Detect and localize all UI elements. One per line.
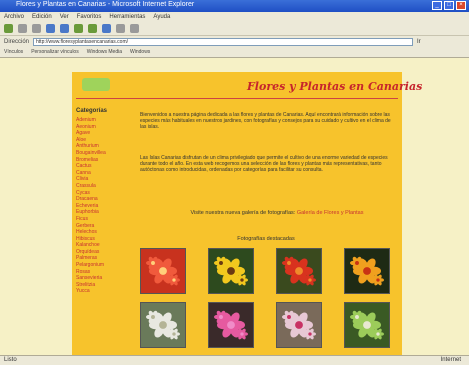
sidebar-link[interactable]: Hibiscus [76, 236, 126, 243]
status-text: Listo [4, 357, 17, 363]
sidebar-link[interactable]: Adenium [76, 117, 126, 124]
address-label: Dirección [4, 38, 30, 45]
address-bar: Dirección http://www.floresyplantasencan… [0, 36, 469, 47]
menu-item-ayuda[interactable]: Ayuda [153, 12, 170, 22]
gallery-link[interactable]: Galería de Flores y Plantas [297, 210, 364, 216]
sidebar-link[interactable]: Bromelias [76, 157, 126, 164]
mail-icon[interactable] [116, 24, 125, 33]
menu-item-edicion[interactable]: Edición [32, 12, 52, 22]
window-title: Flores y Plantas en Canarias - Microsoft… [16, 1, 195, 8]
info-paragraph: Las Islas Canarias disfrutan de un clima… [140, 155, 388, 173]
sidebar-link[interactable]: Bougainvillea [76, 150, 126, 157]
sidebar-link[interactable]: Crassula [76, 183, 126, 190]
menu-item-favoritos[interactable]: Favoritos [77, 12, 102, 22]
photo-orange-lily[interactable] [344, 248, 390, 294]
sidebar-link[interactable]: Anthurium [76, 143, 126, 150]
zone-label: Internet [440, 357, 461, 363]
promo-text: Visite nuestra nueva galería de fotograf… [190, 210, 297, 216]
photo-pink-orchid[interactable] [276, 302, 322, 348]
sidebar-link[interactable]: Helechos [76, 229, 126, 236]
photo-red-begonia[interactable] [140, 248, 186, 294]
site-title: Flores y Plantas en Canarias [247, 80, 423, 93]
menu-bar: Archivo Edición Ver Favoritos Herramient… [0, 12, 469, 22]
link-windows[interactable]: Windows [130, 49, 150, 55]
gallery-promo: Visite nuestra nueva galería de fotograf… [162, 210, 392, 216]
photo-pink-rose[interactable] [208, 302, 254, 348]
photo-sunflower[interactable] [208, 248, 254, 294]
window-controls: _ □ × [432, 1, 466, 10]
links-label: Vínculos [4, 49, 24, 55]
history-icon[interactable] [102, 24, 111, 33]
stop-icon[interactable] [32, 24, 41, 33]
sidebar-link[interactable]: Dracaena [76, 196, 126, 203]
sidebar-link[interactable]: Cycas [76, 190, 126, 197]
refresh-icon[interactable] [46, 24, 55, 33]
sidebar-link[interactable]: Aloe [76, 137, 126, 144]
link-windows-media[interactable]: Windows Media [87, 49, 122, 55]
header-divider [76, 98, 398, 99]
minimize-button[interactable]: _ [432, 1, 442, 10]
sidebar-link[interactable]: Palmeras [76, 255, 126, 262]
window-titlebar: Flores y Plantas en Canarias - Microsoft… [0, 0, 469, 12]
intro-paragraph: Bienvenidos a nuestra página dedicada a … [140, 112, 391, 130]
sidebar-link[interactable]: Euphorbia [76, 209, 126, 216]
close-button[interactable]: × [456, 1, 466, 10]
sidebar-link[interactable]: Aeonium [76, 124, 126, 131]
sidebar-link[interactable]: Strelitzia [76, 282, 126, 289]
sidebar-link[interactable]: Gerbera [76, 223, 126, 230]
home-icon[interactable] [60, 24, 69, 33]
category-sidebar: Categorías Adenium Aeonium Agave Aloe Anthur… [76, 108, 126, 295]
status-bar: Listo Internet [0, 355, 469, 365]
menu-item-ver[interactable]: Ver [60, 12, 69, 22]
sidebar-list: Adenium Aeonium Agave Aloe Anthurium Bougainv… [76, 117, 126, 295]
site-logo[interactable] [82, 78, 110, 91]
web-page: Flores y Plantas en Canarias Categorías … [0, 58, 469, 355]
go-button[interactable]: Ir [417, 39, 421, 45]
sidebar-link[interactable]: Sansevieria [76, 275, 126, 282]
photo-green-plant[interactable] [344, 302, 390, 348]
page-content: Flores y Plantas en Canarias Categorías … [72, 72, 422, 355]
address-input[interactable]: http://www.floresyplantasencanarias.com/ [33, 37, 414, 46]
sidebar-link[interactable]: Clivia [76, 176, 126, 183]
search-icon[interactable] [74, 24, 83, 33]
menu-item-herramientas[interactable]: Herramientas [109, 12, 145, 22]
back-icon[interactable] [4, 24, 13, 33]
forward-icon[interactable] [18, 24, 27, 33]
sidebar-link[interactable]: Canna [76, 170, 126, 177]
browser-toolbar [0, 22, 469, 36]
sidebar-link[interactable]: Kalanchoe [76, 242, 126, 249]
sidebar-link[interactable]: Orquídeas [76, 249, 126, 256]
photo-heading: Fotografías destacadas [237, 236, 295, 242]
print-icon[interactable] [130, 24, 139, 33]
sidebar-link[interactable]: Agave [76, 130, 126, 137]
sidebar-link[interactable]: Yucca [76, 288, 126, 295]
photo-red-flowers[interactable] [276, 248, 322, 294]
sidebar-link[interactable]: Ficus [76, 216, 126, 223]
link-personalizar[interactable]: Personalizar vínculos [31, 49, 79, 55]
photo-white-blossoms[interactable] [140, 302, 186, 348]
menu-item-archivo[interactable]: Archivo [4, 12, 24, 22]
maximize-button[interactable]: □ [444, 1, 454, 10]
sidebar-link[interactable]: Pelargonium [76, 262, 126, 269]
sidebar-heading: Categorías [76, 108, 108, 114]
favorites-icon[interactable] [88, 24, 97, 33]
sidebar-link[interactable]: Echeveria [76, 203, 126, 210]
links-bar: Vínculos Personalizar vínculos Windows M… [0, 47, 469, 58]
sidebar-link[interactable]: Cactus [76, 163, 126, 170]
sidebar-link[interactable]: Rosas [76, 269, 126, 276]
